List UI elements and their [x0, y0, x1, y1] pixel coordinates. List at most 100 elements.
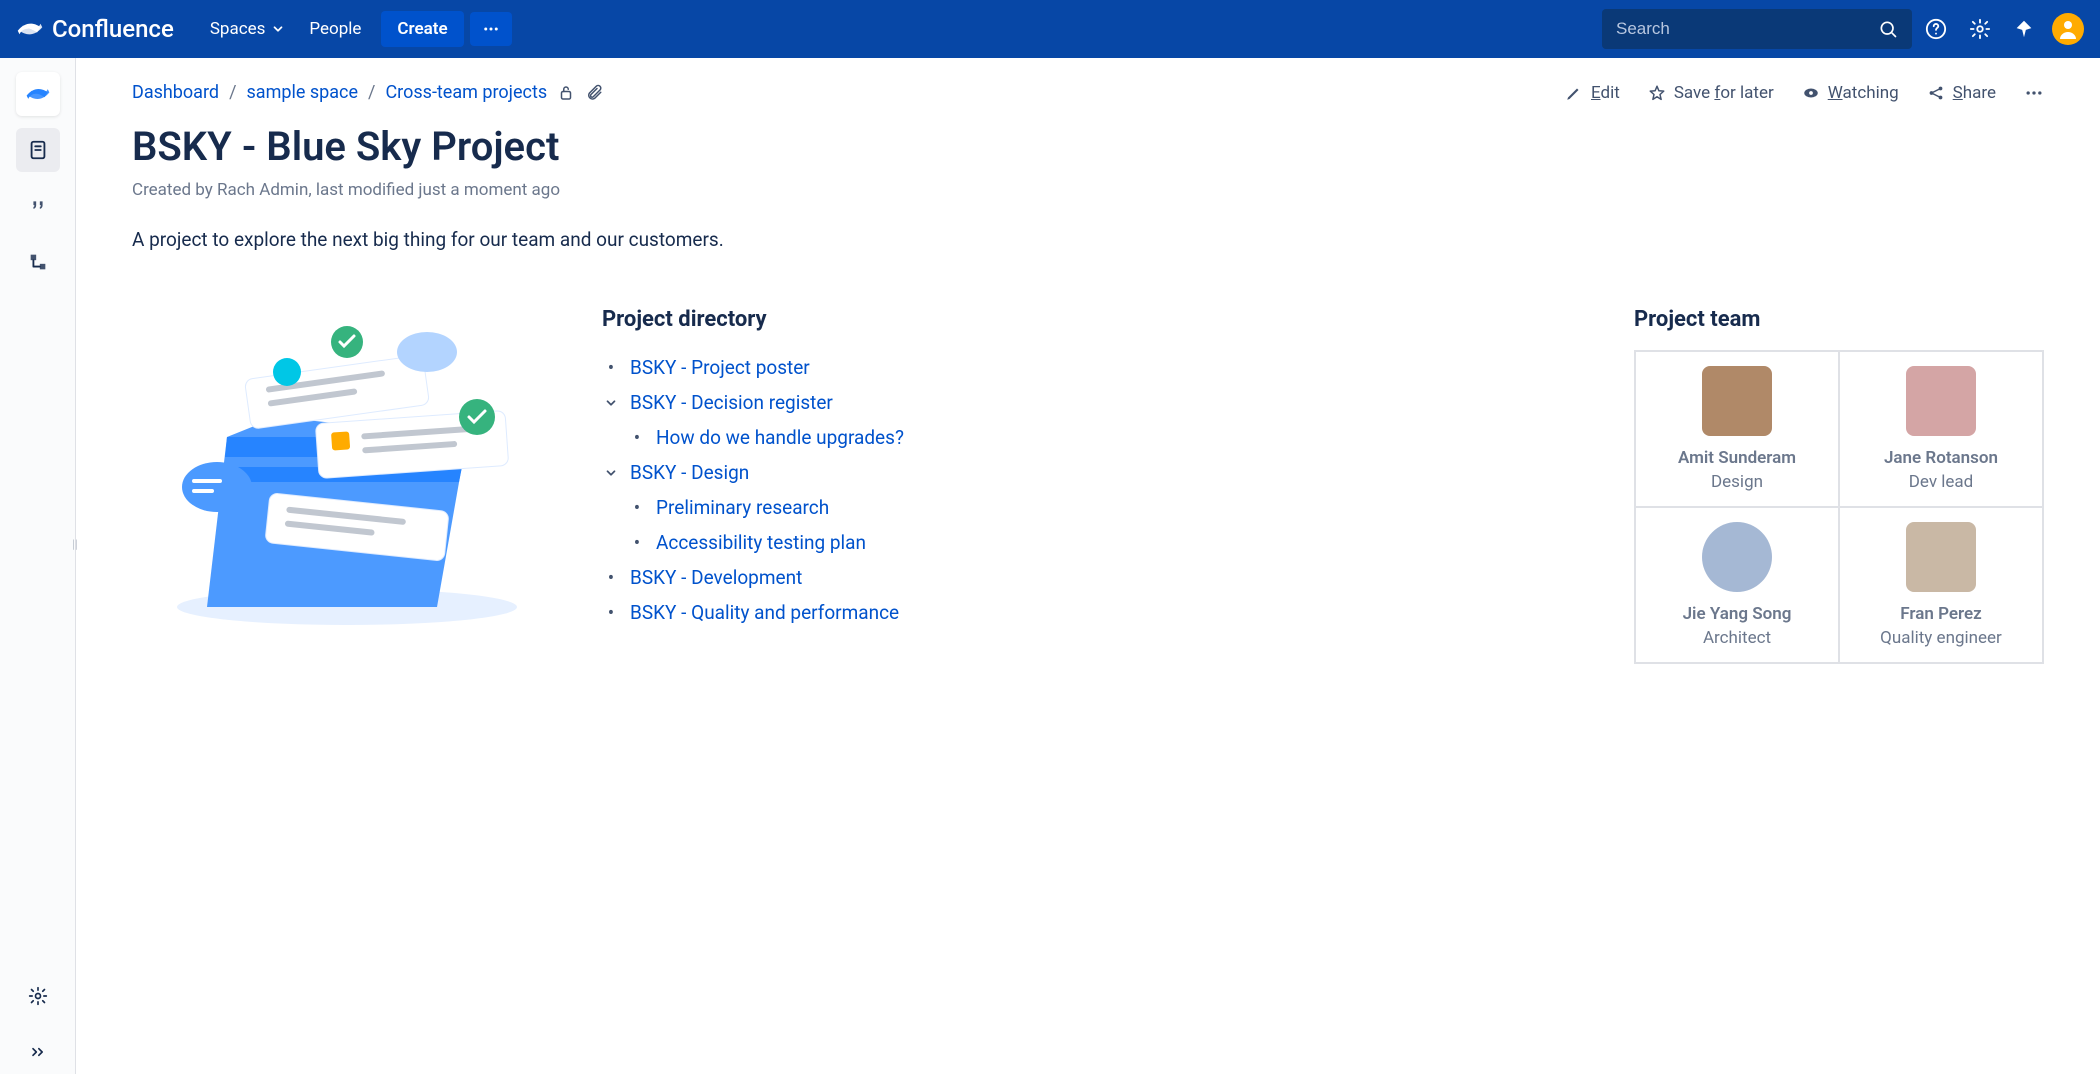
quote-icon — [27, 195, 49, 217]
bullet-icon: • — [602, 601, 620, 624]
rail-collapse[interactable] — [16, 1030, 60, 1074]
rail-home[interactable] — [16, 72, 60, 116]
share-button[interactable]: Share — [1927, 83, 1996, 103]
tree-icon — [27, 251, 49, 273]
gear-icon — [1969, 18, 1991, 40]
member-name: Fran Perez — [1900, 604, 1981, 624]
team-member[interactable]: Amit Sunderam Design — [1635, 351, 1839, 507]
confluence-icon — [25, 81, 51, 107]
team-member[interactable]: Fran Perez Quality engineer — [1839, 507, 2043, 663]
chevron-down-icon — [271, 22, 285, 36]
page-icon — [27, 139, 49, 161]
directory-heading: Project directory — [602, 307, 1594, 332]
search-input[interactable] — [1616, 19, 1878, 39]
confluence-icon — [16, 15, 44, 43]
save-later-button[interactable]: Save for later — [1648, 83, 1774, 103]
people-menu[interactable]: People — [297, 11, 373, 47]
rail-pages[interactable] — [16, 128, 60, 172]
directory-link[interactable]: BSKY - Project poster — [630, 356, 810, 379]
notification-icon — [2013, 18, 2035, 40]
avatar-icon — [2056, 17, 2080, 41]
bullet-icon: • — [628, 496, 646, 519]
product-logo[interactable]: Confluence — [16, 15, 174, 43]
search-box[interactable] — [1602, 9, 1912, 49]
team-member[interactable]: Jie Yang Song Architect — [1635, 507, 1839, 663]
edit-button[interactable]: Edit — [1565, 83, 1620, 103]
double-chevron-icon — [28, 1042, 48, 1062]
page-byline: Created by Rach Admin, last modified jus… — [132, 180, 2044, 200]
bullet-icon: • — [602, 566, 620, 589]
directory-item: • BSKY - Development — [602, 560, 1594, 595]
watching-button[interactable]: Watching — [1802, 83, 1899, 103]
directory-item: BSKY - Design — [602, 455, 1594, 490]
directory-link[interactable]: Accessibility testing plan — [656, 531, 866, 554]
top-navigation: Confluence Spaces People Create — [0, 0, 2100, 58]
more-actions-button[interactable] — [2024, 83, 2044, 103]
rail-settings[interactable] — [16, 974, 60, 1018]
create-button[interactable]: Create — [381, 11, 463, 47]
people-label: People — [309, 19, 361, 39]
page-intro: A project to explore the next big thing … — [132, 228, 2044, 251]
rail-blog[interactable] — [16, 184, 60, 228]
project-team: Project team Amit SunderamDesignJane Rot… — [1634, 307, 2044, 664]
illustration — [132, 307, 562, 627]
member-avatar — [1702, 522, 1772, 592]
folder-illustration-icon — [157, 307, 537, 627]
chevron-down-icon[interactable] — [602, 396, 620, 410]
help-icon — [1925, 18, 1947, 40]
pencil-icon — [1565, 84, 1583, 102]
bullet-icon: • — [602, 356, 620, 379]
member-role: Design — [1711, 472, 1763, 492]
profile-avatar[interactable] — [2052, 13, 2084, 45]
directory-item: • Preliminary research — [602, 490, 1594, 525]
directory-link[interactable]: BSKY - Design — [630, 461, 749, 484]
directory-item: • How do we handle upgrades? — [602, 420, 1594, 455]
share-icon — [1927, 84, 1945, 102]
project-directory: Project directory • BSKY - Project poster… — [602, 307, 1594, 630]
breadcrumb-separator: / — [229, 82, 236, 103]
breadcrumb-link[interactable]: Dashboard — [132, 82, 219, 103]
breadcrumb: Dashboard / sample space / Cross-team pr… — [132, 82, 603, 103]
notifications-button[interactable] — [2004, 9, 2044, 49]
star-icon — [1648, 84, 1666, 102]
product-name: Confluence — [52, 15, 174, 43]
spaces-menu[interactable]: Spaces — [198, 11, 298, 47]
more-button[interactable] — [470, 12, 512, 46]
attachments-icon[interactable] — [585, 84, 603, 102]
member-avatar — [1702, 366, 1772, 436]
eye-icon — [1802, 84, 1820, 102]
member-role: Quality engineer — [1880, 628, 2002, 648]
rail-tree[interactable] — [16, 240, 60, 284]
ellipsis-icon — [2024, 83, 2044, 103]
page-title: BSKY - Blue Sky Project — [132, 123, 2044, 170]
ellipsis-icon — [482, 20, 500, 38]
directory-link[interactable]: BSKY - Decision register — [630, 391, 833, 414]
bullet-icon: • — [628, 531, 646, 554]
directory-link[interactable]: BSKY - Quality and performance — [630, 601, 899, 624]
member-avatar — [1906, 522, 1976, 592]
chevron-down-icon[interactable] — [602, 466, 620, 480]
directory-item: BSKY - Decision register — [602, 385, 1594, 420]
page-actions: Edit Save for later Watching Share — [1565, 83, 2044, 103]
member-name: Amit Sunderam — [1678, 448, 1796, 468]
directory-link[interactable]: Preliminary research — [656, 496, 829, 519]
bullet-icon: • — [628, 426, 646, 449]
directory-item: • Accessibility testing plan — [602, 525, 1594, 560]
spaces-label: Spaces — [210, 19, 266, 39]
member-avatar — [1906, 366, 1976, 436]
breadcrumb-link[interactable]: Cross-team projects — [385, 82, 547, 103]
member-name: Jie Yang Song — [1683, 604, 1792, 624]
restrictions-icon[interactable] — [557, 84, 575, 102]
help-button[interactable] — [1916, 9, 1956, 49]
directory-item: • BSKY - Quality and performance — [602, 595, 1594, 630]
team-member[interactable]: Jane RotansonDev lead — [1839, 351, 2043, 507]
left-rail — [0, 58, 76, 1074]
gear-icon — [28, 986, 48, 1006]
directory-link[interactable]: BSKY - Development — [630, 566, 802, 589]
directory-link[interactable]: How do we handle upgrades? — [656, 426, 904, 449]
main-content: Dashboard / sample space / Cross-team pr… — [76, 58, 2100, 1074]
search-icon — [1878, 19, 1898, 39]
breadcrumb-link[interactable]: sample space — [247, 82, 359, 103]
member-role: Architect — [1703, 628, 1771, 648]
settings-button[interactable] — [1960, 9, 2000, 49]
